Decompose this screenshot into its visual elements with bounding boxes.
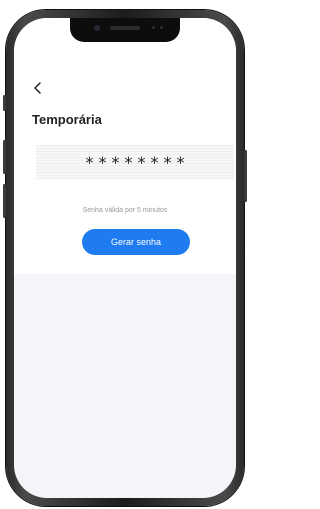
content-card: Temporária ******** Senha válida por 5 m… [14, 18, 236, 274]
generate-password-button[interactable]: Gerar senha [82, 229, 190, 255]
masked-password: ******** [85, 152, 190, 172]
phone-frame: Temporária ******** Senha válida por 5 m… [3, 10, 247, 506]
mute-switch [3, 95, 6, 111]
front-camera [94, 25, 100, 31]
earpiece-speaker [110, 26, 140, 30]
back-button[interactable] [30, 80, 46, 96]
volume-down-button [3, 184, 6, 218]
chevron-left-icon [34, 82, 41, 94]
light-sensor [160, 26, 163, 29]
notch [70, 18, 180, 42]
page-title: Temporária [32, 112, 102, 127]
phone-screen: Temporária ******** Senha válida por 5 m… [14, 18, 236, 498]
validity-text: Senha válida por 5 minutos [82, 207, 168, 214]
password-display: ******** [36, 145, 234, 179]
power-button [244, 150, 247, 202]
volume-up-button [3, 140, 6, 174]
proximity-sensor [152, 26, 155, 29]
